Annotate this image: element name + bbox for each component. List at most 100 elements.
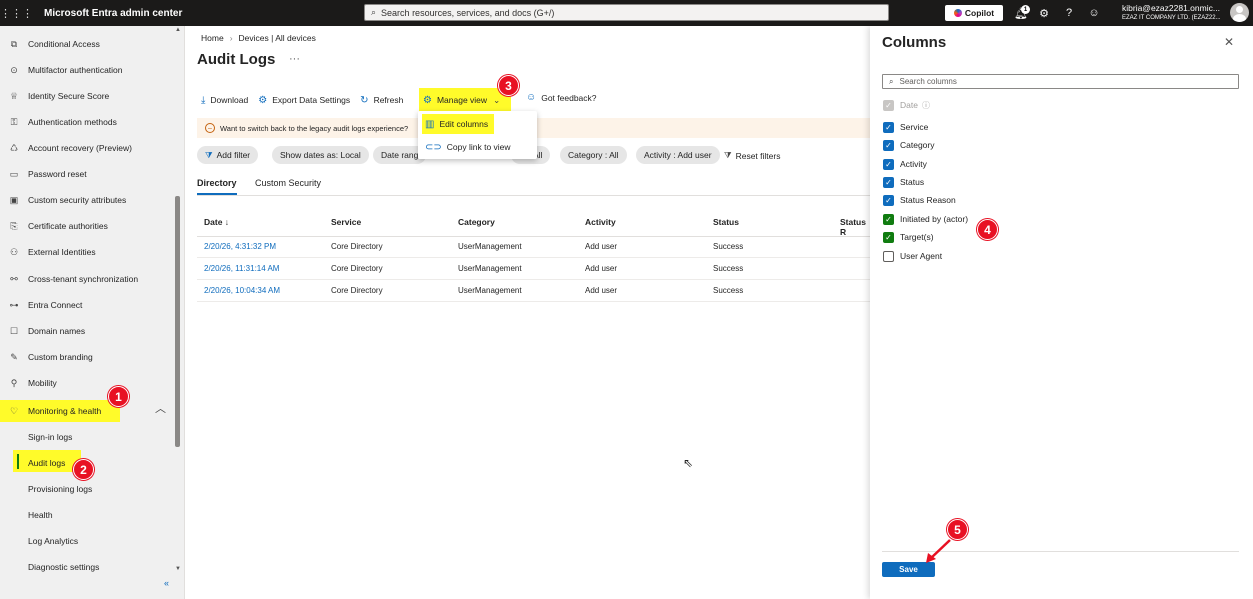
sidebar-item-cross-tenant-sync[interactable]: ⚯ Cross-tenant synchronization	[0, 269, 172, 289]
avatar[interactable]	[1230, 3, 1249, 22]
sidebar-subitem-diagnostic-settings[interactable]: Diagnostic settings	[28, 562, 99, 572]
sidebar-item-auth-methods[interactable]: ⚿ Authentication methods	[0, 112, 172, 132]
app-title[interactable]: Microsoft Entra admin center	[44, 8, 182, 19]
column-checkbox-service[interactable]: ✓ Service	[883, 120, 928, 134]
scroll-up-icon[interactable]: ▲	[175, 27, 181, 33]
breadcrumb-devices[interactable]: Devices | All devices	[239, 33, 316, 43]
close-icon[interactable]: ✕	[1224, 35, 1234, 49]
breadcrumb-separator: ›	[229, 33, 233, 43]
download-button[interactable]: ⤓ Download	[201, 95, 248, 106]
copy-link-menu-item[interactable]: ⊂⊃ Copy link to view	[422, 137, 511, 157]
export-data-settings-button[interactable]: ⚙ Export Data Settings	[258, 95, 350, 106]
sidebar-subitem-audit-logs[interactable]: Audit logs	[28, 458, 65, 468]
column-checkbox-initiated-by[interactable]: ✓ Initiated by (actor)	[883, 212, 968, 226]
annotation-arrow-icon	[926, 539, 951, 563]
password-icon: ▭	[9, 168, 19, 179]
sidebar-item-password-reset[interactable]: ▭ Password reset	[0, 164, 172, 184]
header-divider	[197, 236, 870, 237]
sidebar-subitem-sign-in-logs[interactable]: Sign-in logs	[28, 432, 72, 442]
chevron-up-icon[interactable]: ︿	[155, 400, 166, 416]
copilot-label: Copilot	[964, 8, 995, 18]
sidebar-item-external-identities[interactable]: ⚇ External Identities	[0, 242, 172, 262]
reset-filters-button[interactable]: ⧩ Reset filters	[724, 150, 780, 161]
sidebar-item-custom-branding[interactable]: ✎ Custom branding	[0, 347, 172, 367]
waffle-icon[interactable]: ⋮⋮⋮	[0, 7, 33, 20]
breadcrumb: Home › Devices | All devices	[201, 33, 316, 43]
step-badge-3: 3	[498, 75, 519, 96]
table-cell-date[interactable]: 2/20/26, 10:04:34 AM	[204, 286, 280, 295]
sidebar-item-label: Account recovery (Preview)	[28, 143, 132, 153]
tab-divider	[197, 195, 870, 196]
checkbox-checked-icon: ✓	[883, 194, 894, 206]
settings-gear-icon[interactable]: ⚙	[1035, 4, 1053, 22]
category-filter[interactable]: Category : All	[560, 146, 627, 164]
sidebar-item-mfa[interactable]: ⊙ Multifactor authentication	[0, 60, 172, 80]
sidebar-item-monitoring-health[interactable]: ♡ Monitoring & health	[0, 400, 120, 422]
help-icon[interactable]: ?	[1060, 4, 1078, 22]
sidebar-item-secure-score[interactable]: ♕ Identity Secure Score	[0, 86, 172, 106]
global-search-input[interactable]: ⌕ Search resources, services, and docs (…	[364, 4, 889, 21]
edit-columns-menu-item[interactable]: ▥ Edit columns	[422, 114, 494, 134]
checkbox-label: Category	[900, 140, 935, 150]
tab-custom-security[interactable]: Custom Security	[255, 178, 321, 188]
sidebar-item-certificate-authorities[interactable]: ⎘ Certificate authorities	[0, 216, 172, 236]
checkbox-label: Activity	[900, 159, 927, 169]
sidebar-item-mobility[interactable]: ⚲ Mobility	[0, 373, 172, 393]
top-bar: ⋮⋮⋮ Microsoft Entra admin center ⌕ Searc…	[0, 0, 1253, 26]
sync-icon: ⚯	[10, 273, 18, 284]
info-icon[interactable]: ⓘ	[922, 100, 930, 111]
more-options-icon[interactable]: ···	[289, 53, 300, 65]
column-header-status-reason[interactable]: Status R	[840, 217, 870, 237]
checkbox-label: Service	[900, 122, 929, 132]
add-filter-button[interactable]: ⧩ Add filter	[197, 146, 259, 164]
column-checkbox-targets[interactable]: ✓ Target(s)	[883, 230, 934, 244]
mfa-icon: ⊙	[10, 64, 18, 75]
sidebar-item-domain-names[interactable]: ☐ Domain names	[0, 321, 172, 341]
table-cell-date[interactable]: 2/20/26, 4:31:32 PM	[204, 242, 276, 251]
checkbox-checked-icon: ✓	[883, 139, 894, 151]
column-checkbox-status-reason[interactable]: ✓ Status Reason	[883, 193, 956, 207]
column-header-status[interactable]: Status	[713, 217, 739, 227]
manage-view-button[interactable]: ⚙ Manage view ⌄	[419, 88, 511, 112]
sidebar-subitem-log-analytics[interactable]: Log Analytics	[28, 536, 78, 546]
table-cell-date[interactable]: 2/20/26, 11:31:14 AM	[204, 264, 279, 273]
main-content: Home › Devices | All devices Audit Logs ··…	[186, 26, 870, 599]
activity-filter[interactable]: Activity : Add user	[636, 146, 720, 164]
sidebar-item-label: Cross-tenant synchronization	[28, 274, 139, 284]
row-divider	[197, 279, 870, 280]
collapse-sidebar-icon[interactable]: «	[164, 578, 169, 588]
sidebar-item-entra-connect[interactable]: ⊶ Entra Connect	[0, 295, 172, 315]
column-search-input[interactable]: ⌕ Search columns	[882, 74, 1239, 89]
conditional-access-icon: ⧉	[10, 38, 18, 49]
scroll-down-icon[interactable]: ▼	[175, 566, 181, 572]
reset-label: Reset filters	[735, 150, 781, 161]
breadcrumb-home[interactable]: Home	[201, 33, 224, 43]
account-menu[interactable]: kibria@ezaz2281.onmic... EZAZ IT COMPANY…	[1122, 3, 1222, 23]
tab-directory[interactable]: Directory	[197, 178, 237, 195]
banner-text[interactable]: Want to switch back to the legacy audit …	[220, 124, 408, 133]
column-checkbox-user-agent[interactable]: User Agent	[883, 249, 942, 263]
feedback-icon: ☺	[526, 92, 537, 103]
show-dates-filter[interactable]: Show dates as: Local	[272, 146, 369, 164]
column-checkbox-date: ✓ Date ⓘ	[883, 98, 930, 112]
sidebar-subitem-health[interactable]: Health	[28, 510, 53, 520]
feedback-button[interactable]: ☺ Got feedback?	[526, 92, 597, 103]
step-badge-2: 2	[73, 459, 94, 480]
column-header-category[interactable]: Category	[458, 217, 495, 227]
column-checkbox-status[interactable]: ✓ Status	[883, 175, 924, 189]
refresh-button[interactable]: ↻ Refresh	[360, 95, 403, 106]
sidebar-item-conditional-access[interactable]: ⧉ Conditional Access	[0, 34, 172, 54]
notifications-icon[interactable]: 🔔︎ 1	[1012, 4, 1030, 22]
sidebar-subitem-provisioning-logs[interactable]: Provisioning logs	[28, 484, 92, 494]
column-header-service[interactable]: Service	[331, 217, 361, 227]
column-header-activity[interactable]: Activity	[585, 217, 616, 227]
sidebar-item-account-recovery[interactable]: ♺ Account recovery (Preview)	[0, 138, 172, 158]
column-checkbox-activity[interactable]: ✓ Activity	[883, 157, 927, 171]
column-checkbox-category[interactable]: ✓ Category	[883, 138, 935, 152]
feedback-label: Got feedback?	[541, 92, 597, 103]
column-header-date[interactable]: Date ↓	[204, 217, 229, 227]
sidebar-item-custom-security-attributes[interactable]: ▣ Custom security attributes	[0, 190, 172, 210]
sidebar-scrollbar[interactable]	[175, 196, 180, 447]
feedback-icon[interactable]: ☺	[1085, 4, 1103, 22]
copilot-button[interactable]: Copilot	[945, 5, 1003, 21]
